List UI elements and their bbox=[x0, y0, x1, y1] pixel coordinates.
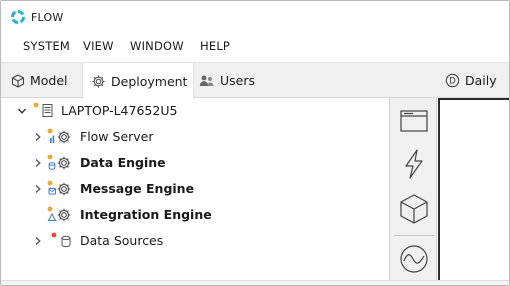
gear-icon bbox=[47, 128, 71, 144]
users-icon bbox=[199, 75, 214, 86]
tab-model-label: Model bbox=[30, 73, 68, 88]
tree-node-data-sources-label: Data Sources bbox=[80, 233, 164, 248]
menu-bar: SYSTEM VIEW WINDOW HELP bbox=[1, 34, 509, 61]
deployment-tree: LAPTOP-L47652U5 Flow Server Data Engine … bbox=[9, 98, 389, 280]
tab-deployment-label: Deployment bbox=[111, 73, 188, 89]
flow-logo-icon bbox=[11, 10, 25, 24]
schedule-daily-button[interactable]: D Daily bbox=[445, 63, 497, 98]
window-icon bbox=[400, 110, 428, 132]
tab-deployment[interactable]: Deployment bbox=[82, 63, 194, 99]
chevron-right-icon[interactable] bbox=[33, 236, 43, 246]
cube-button[interactable] bbox=[396, 191, 432, 227]
app-window: FLOW SYSTEM VIEW WINDOW HELP Model Deplo… bbox=[0, 0, 510, 286]
menu-view[interactable]: VIEW bbox=[83, 39, 114, 53]
database-icon bbox=[51, 232, 71, 248]
chevron-right-icon[interactable] bbox=[33, 158, 43, 168]
lightning-icon bbox=[405, 149, 423, 179]
tree-node-root-label: LAPTOP-L47652U5 bbox=[61, 103, 178, 118]
gear-icon bbox=[47, 206, 71, 222]
wave-icon bbox=[400, 245, 428, 273]
title-bar: FLOW bbox=[1, 1, 509, 34]
d-circle-icon: D bbox=[445, 73, 460, 88]
tree-node-message-engine-label: Message Engine bbox=[80, 181, 195, 196]
tree-node-data-engine[interactable]: Data Engine bbox=[9, 150, 379, 176]
tree-node-integration-engine[interactable]: Integration Engine bbox=[9, 202, 379, 228]
menu-window[interactable]: WINDOW bbox=[130, 39, 184, 53]
chevron-right-icon[interactable] bbox=[33, 184, 43, 194]
chevron-down-icon[interactable] bbox=[17, 106, 27, 116]
tree-node-data-sources[interactable]: Data Sources bbox=[9, 228, 379, 254]
tree-node-flow-server-label: Flow Server bbox=[80, 129, 154, 144]
server-icon bbox=[33, 102, 53, 117]
tab-users-label: Users bbox=[220, 73, 256, 88]
right-panel[interactable] bbox=[438, 98, 509, 280]
wave-button[interactable] bbox=[396, 241, 432, 277]
chevron-right-icon[interactable] bbox=[33, 132, 43, 142]
tree-node-data-engine-label: Data Engine bbox=[80, 155, 166, 170]
app-title: FLOW bbox=[31, 11, 64, 24]
tree-node-root[interactable]: LAPTOP-L47652U5 bbox=[9, 98, 379, 124]
cube-icon bbox=[400, 194, 428, 224]
gear-icon bbox=[92, 74, 105, 88]
tree-node-flow-server[interactable]: Flow Server bbox=[9, 124, 379, 150]
gear-icon bbox=[47, 180, 71, 196]
cube-icon bbox=[11, 73, 25, 88]
svg-text:D: D bbox=[449, 76, 456, 86]
tab-bar: Model Deployment Users D Daily bbox=[1, 62, 509, 99]
tab-users[interactable]: Users bbox=[199, 63, 255, 98]
side-toolbar bbox=[389, 98, 437, 280]
tab-model[interactable]: Model bbox=[11, 63, 68, 98]
tree-node-integration-engine-label: Integration Engine bbox=[80, 207, 212, 222]
schedule-label: Daily bbox=[465, 73, 497, 88]
window-button[interactable] bbox=[396, 103, 432, 139]
menu-help[interactable]: HELP bbox=[200, 39, 230, 53]
tree-node-message-engine[interactable]: Message Engine bbox=[9, 176, 379, 202]
lightning-button[interactable] bbox=[396, 146, 432, 182]
toolbar-separator bbox=[394, 235, 434, 236]
gear-icon bbox=[47, 154, 71, 170]
menu-system[interactable]: SYSTEM bbox=[23, 39, 70, 53]
window-bottom-edge bbox=[1, 280, 509, 285]
